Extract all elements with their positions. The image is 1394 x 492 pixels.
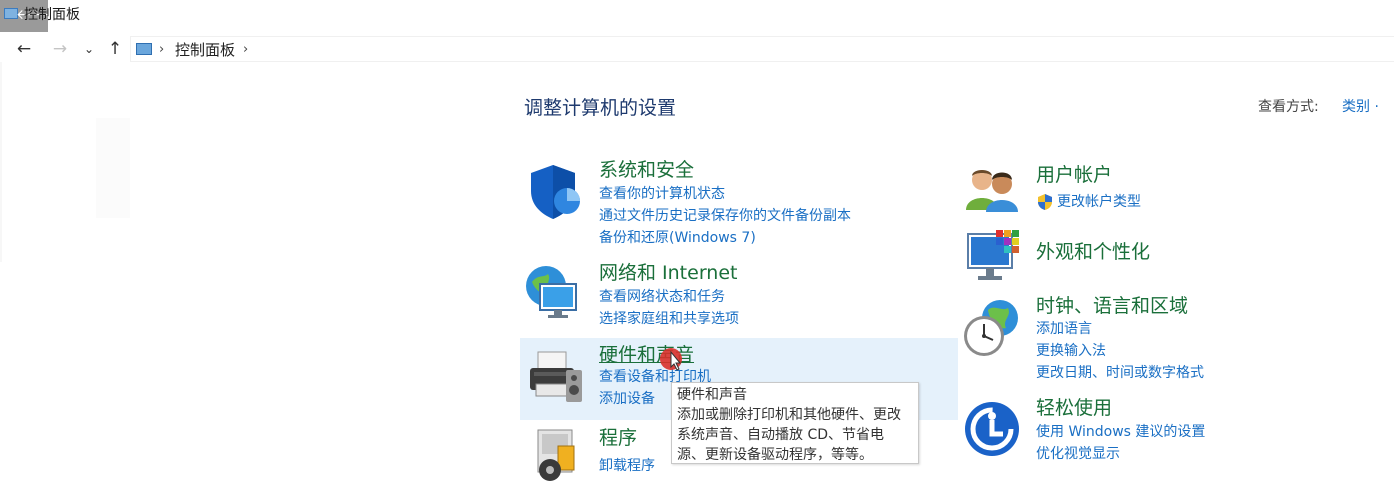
page-title: 调整计算机的设置 (524, 97, 677, 119)
forward-button[interactable]: → (48, 36, 72, 62)
add-device-link[interactable]: 添加设备 (599, 389, 655, 409)
backup-restore-link[interactable]: 备份和还原(Windows 7) (599, 228, 756, 248)
uac-shield-icon (1038, 194, 1052, 210)
programs-icon[interactable] (532, 428, 580, 484)
address-bar[interactable]: › 控制面板 › (130, 36, 1394, 62)
system-security-title[interactable]: 系统和安全 (599, 158, 694, 182)
user-accounts-title[interactable]: 用户帐户 (1036, 163, 1112, 187)
optimize-visual-display-link[interactable]: 优化视觉显示 (1036, 444, 1120, 464)
clock-globe-icon[interactable] (962, 298, 1022, 358)
window-title: 控制面板 (24, 7, 80, 23)
tooltip-line: 源、更新设备驱动程序，等等。 (677, 447, 873, 463)
network-status-link[interactable]: 查看网络状态和任务 (599, 287, 725, 307)
control-panel-location-icon (136, 43, 152, 55)
network-globe-icon[interactable] (524, 262, 586, 320)
hardware-tooltip: 硬件和声音 添加或删除打印机和其他硬件、更改 系统声音、自动播放 CD、节省电 … (671, 382, 919, 464)
uninstall-program-link[interactable]: 卸载程序 (599, 456, 655, 476)
user-accounts-icon[interactable] (964, 164, 1022, 214)
shield-icon[interactable] (527, 163, 583, 221)
change-account-type-link[interactable]: 更改帐户类型 (1057, 192, 1141, 212)
mouse-cursor-icon (660, 348, 682, 371)
printer-speaker-icon[interactable] (526, 348, 586, 406)
breadcrumb-separator[interactable]: › (159, 41, 164, 59)
change-input-method-link[interactable]: 更换输入法 (1036, 341, 1106, 361)
appearance-personalization-icon[interactable] (966, 228, 1024, 284)
file-history-link[interactable]: 通过文件历史记录保存你的文件备份副本 (599, 206, 851, 226)
up-button[interactable]: ↑ (104, 36, 126, 62)
network-internet-title[interactable]: 网络和 Internet (599, 261, 737, 285)
recommended-settings-link[interactable]: 使用 Windows 建议的设置 (1036, 422, 1205, 442)
date-time-format-link[interactable]: 更改日期、时间或数字格式 (1036, 363, 1204, 383)
tooltip-line: 系统声音、自动播放 CD、节省电 (677, 427, 885, 443)
view-by-label: 查看方式: (1258, 99, 1319, 115)
homegroup-sharing-link[interactable]: 选择家庭组和共享选项 (599, 309, 739, 329)
tooltip-title: 硬件和声音 (677, 387, 747, 403)
ease-of-access-title[interactable]: 轻松使用 (1036, 396, 1112, 420)
breadcrumb-control-panel[interactable]: 控制面板 (175, 40, 235, 60)
left-pane-edge (0, 62, 2, 262)
appearance-personalization-title[interactable]: 外观和个性化 (1036, 240, 1150, 264)
ease-of-access-icon[interactable] (963, 400, 1021, 458)
breadcrumb-separator[interactable]: › (243, 41, 248, 59)
programs-title[interactable]: 程序 (599, 426, 637, 450)
view-by-dropdown[interactable]: 类别 · (1342, 97, 1379, 117)
left-pane-artifact (96, 118, 130, 218)
tooltip-line: 添加或删除打印机和其他硬件、更改 (677, 407, 901, 423)
navigation-bar: ← → ⌄ ↑ › 控制面板 › (0, 36, 1394, 62)
add-language-link[interactable]: 添加语言 (1036, 319, 1092, 339)
title-bar: 🡐 控制面板 (0, 0, 1394, 32)
back-button[interactable]: ← (12, 36, 36, 62)
view-computer-status-link[interactable]: 查看你的计算机状态 (599, 184, 725, 204)
clock-language-region-title[interactable]: 时钟、语言和区域 (1036, 294, 1188, 318)
recent-locations-button[interactable]: ⌄ (80, 36, 98, 62)
